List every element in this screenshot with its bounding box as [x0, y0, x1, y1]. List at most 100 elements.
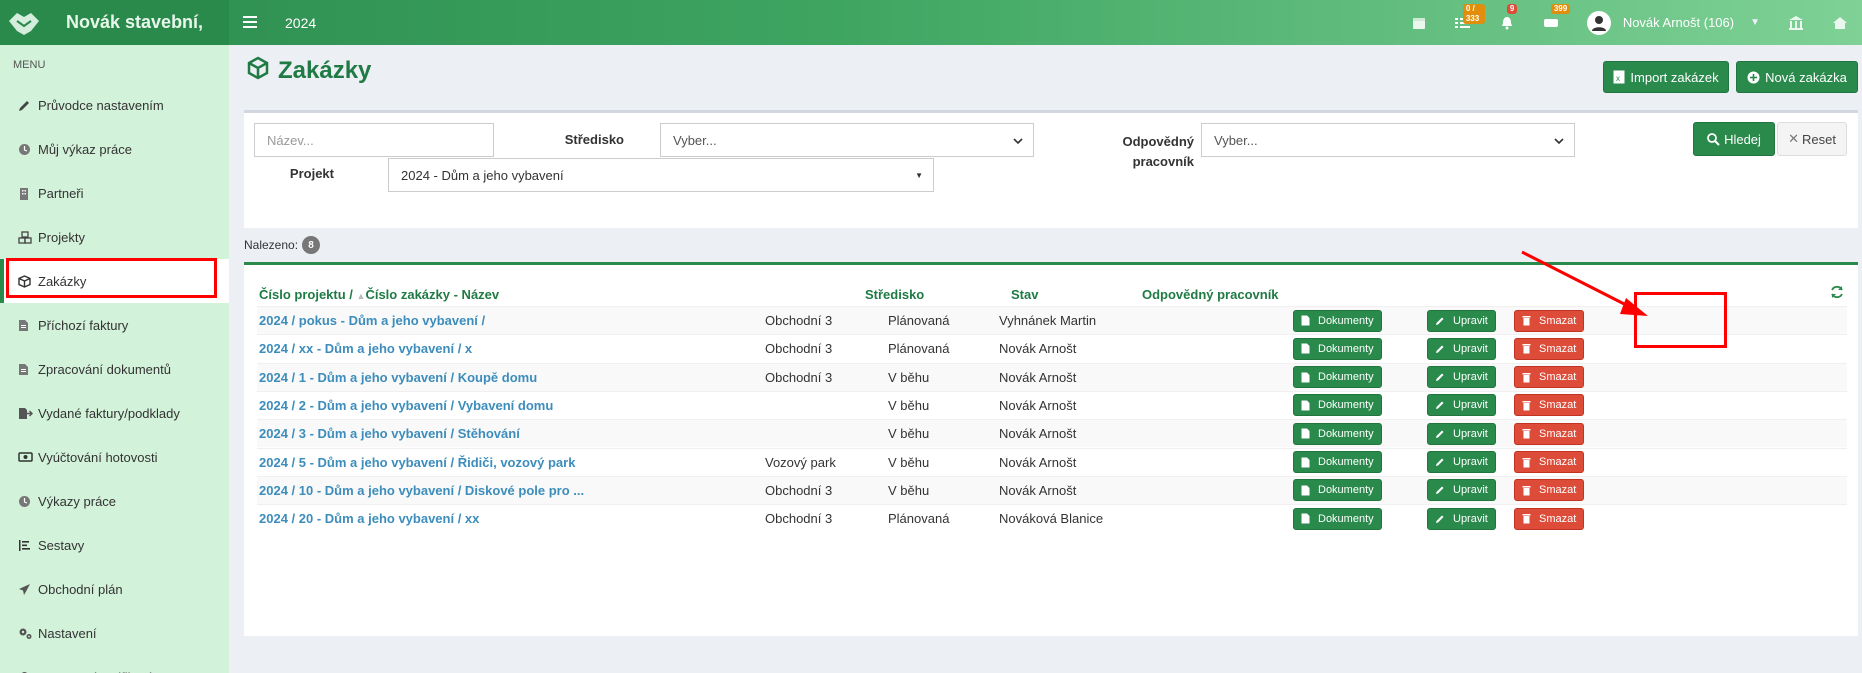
delete-button[interactable]: Smazat	[1514, 479, 1585, 502]
sidebar-item-3[interactable]: Projekty	[0, 215, 229, 259]
pracovnik-cell: Vyhnánek Martin	[999, 313, 1097, 328]
edit-button[interactable]: Upravit	[1427, 309, 1496, 332]
table-row: 2024 / 5 - Dům a jeho vybavení / Řidiči,…	[257, 447, 1847, 476]
col-header-order: Číslo zakázky - Název	[365, 287, 500, 302]
clock-icon	[18, 495, 38, 508]
sidebar-item-5[interactable]: Příchozí faktury	[0, 303, 229, 347]
document-icon	[1301, 372, 1314, 383]
trash-icon	[1522, 372, 1535, 383]
order-link[interactable]: 2024 / 10 - Dům a jeho vybavení / Diskov…	[259, 483, 584, 498]
documents-button[interactable]: Dokumenty	[1293, 366, 1382, 389]
user-name: Novák Arnošt (106)	[1622, 15, 1735, 30]
edit-button[interactable]: Upravit	[1427, 337, 1496, 360]
stav-cell: Plánovaná	[888, 341, 950, 357]
delete-button[interactable]: Smazat	[1514, 337, 1585, 360]
documents-button[interactable]: Dokumenty	[1293, 451, 1382, 473]
sidebar-item-label: Obchodní plán	[38, 581, 123, 597]
edit-button-label: Upravit	[1453, 342, 1488, 355]
stredisko-cell: Vozový park	[765, 454, 836, 470]
home-icon[interactable]	[1818, 0, 1862, 45]
documents-button[interactable]: Dokumenty	[1293, 309, 1382, 332]
col-header-stredisko[interactable]: Středisko	[865, 287, 924, 302]
documents-button[interactable]: Dokumenty	[1293, 394, 1382, 417]
filter-panel: Název... Středisko Vyber... Odpovědný pr…	[244, 110, 1858, 228]
documents-button-label: Dokumenty	[1318, 399, 1374, 412]
sidebar-item-1[interactable]: Můj výkaz práce	[0, 127, 229, 171]
pracovnik-select[interactable]: Vyber...	[1201, 123, 1575, 157]
documents-button[interactable]: Dokumenty	[1293, 479, 1382, 502]
order-link[interactable]: 2024 / 3 - Dům a jeho vybavení / Stěhová…	[259, 426, 520, 441]
delete-button[interactable]: Smazat	[1514, 507, 1585, 530]
search-label: Hledej	[1724, 131, 1761, 147]
sidebar-item-6[interactable]: Zpracování dokumentů	[0, 347, 229, 391]
delete-button[interactable]: Smazat	[1514, 422, 1585, 445]
bank-icon[interactable]	[1774, 0, 1818, 45]
delete-button[interactable]: Smazat	[1514, 394, 1585, 417]
messages-badge: 399	[1550, 4, 1571, 14]
table-row: 2024 / 3 - Dům a jeho vybavení / Stěhová…	[257, 419, 1847, 448]
edit-button[interactable]: Upravit	[1427, 422, 1496, 445]
col-header-pracovnik[interactable]: Odpovědný pracovník	[1142, 287, 1279, 302]
new-order-button[interactable]: Nová zakázka	[1736, 61, 1858, 93]
document-icon	[18, 319, 38, 332]
calendar-icon[interactable]	[1397, 0, 1441, 45]
documents-button-label: Dokumenty	[1318, 314, 1374, 327]
bell-icon[interactable]: 9	[1485, 0, 1529, 45]
chevron-down-icon: ▼	[1750, 17, 1760, 28]
col-header-stav[interactable]: Stav	[1011, 287, 1038, 302]
order-link[interactable]: 2024 / pokus - Dům a jeho vybavení /	[259, 313, 485, 328]
edit-button[interactable]: Upravit	[1427, 366, 1496, 389]
edit-button[interactable]: Upravit	[1427, 451, 1496, 473]
notifications-badge: 9	[1506, 4, 1518, 14]
stav-cell: V běhu	[888, 426, 930, 442]
sidebar-item-0[interactable]: Průvodce nastavením	[0, 83, 229, 127]
stav-cell: V běhu	[888, 482, 930, 498]
brand[interactable]: Novák stavební,	[0, 0, 229, 45]
documents-button-label: Dokumenty	[1318, 427, 1374, 440]
year-selector[interactable]: 2024	[285, 15, 316, 31]
order-link[interactable]: 2024 / 20 - Dům a jeho vybavení / xx	[259, 511, 479, 526]
menu-toggle-icon[interactable]	[243, 12, 265, 33]
stredisko-select[interactable]: Vyber...	[660, 123, 1034, 157]
edit-button-label: Upravit	[1453, 427, 1488, 440]
delete-button[interactable]: Smazat	[1514, 451, 1585, 473]
projekt-select[interactable]: 2024 - Dům a jeho vybavení ▼	[388, 158, 934, 192]
delete-button[interactable]: Smazat	[1514, 366, 1585, 389]
search-button[interactable]: Hledej	[1693, 122, 1775, 156]
pencil-icon	[1435, 429, 1449, 439]
delete-button[interactable]: Smazat	[1514, 309, 1585, 332]
sidebar-item-8[interactable]: Vyúčtování hotovosti	[0, 435, 229, 479]
edit-button[interactable]: Upravit	[1427, 479, 1496, 502]
order-link[interactable]: 2024 / 1 - Dům a jeho vybavení / Koupě d…	[259, 370, 537, 385]
sidebar-item-11[interactable]: Obchodní plán	[0, 567, 229, 611]
order-link[interactable]: 2024 / xx - Dům a jeho vybavení / x	[259, 341, 472, 356]
top-navbar: Novák stavební, 2024 0 / 333 9 399 Novák…	[0, 0, 1862, 45]
sidebar-item-10[interactable]: Sestavy	[0, 523, 229, 567]
documents-button[interactable]: Dokumenty	[1293, 507, 1382, 530]
reset-button[interactable]: ✕ Reset	[1777, 122, 1847, 156]
stredisko-cell: Obchodní 3	[765, 341, 833, 357]
order-link[interactable]: 2024 / 2 - Dům a jeho vybavení / Vybaven…	[259, 398, 553, 413]
tasks-icon[interactable]: 0 / 333	[1441, 0, 1485, 45]
user-menu[interactable]: Novák Arnošt (106) ▼	[1586, 10, 1760, 35]
sidebar-item-12[interactable]: Nastavení	[0, 611, 229, 655]
sidebar-item-label: Sestavy	[38, 537, 85, 553]
edit-button[interactable]: Upravit	[1427, 507, 1496, 530]
name-search-input[interactable]: Název...	[254, 123, 494, 157]
sidebar-item-13[interactable]: Nastavení notifikací	[0, 655, 229, 673]
messages-icon[interactable]: 399	[1529, 0, 1573, 45]
edit-button[interactable]: Upravit	[1427, 394, 1496, 417]
sidebar-item-7[interactable]: Vydané faktury/podklady	[0, 391, 229, 435]
order-link[interactable]: 2024 / 5 - Dům a jeho vybavení / Řidiči,…	[259, 455, 575, 470]
sidebar-item-2[interactable]: Partneři	[0, 171, 229, 215]
documents-button[interactable]: Dokumenty	[1293, 422, 1382, 445]
pracovnik-cell: Novák Arnošt	[999, 341, 1077, 357]
documents-button[interactable]: Dokumenty	[1293, 337, 1382, 360]
col-header-number[interactable]: Číslo projektu / ▲Číslo zakázky - Název	[259, 287, 499, 302]
stredisko-cell: Obchodní 3	[765, 511, 833, 527]
refresh-icon[interactable]	[1830, 285, 1844, 304]
page-title: Zakázky	[278, 56, 372, 84]
sidebar-item-label: Můj výkaz práce	[38, 141, 132, 157]
sidebar-item-9[interactable]: Výkazy práce	[0, 479, 229, 523]
import-button[interactable]: x Import zakázek	[1603, 61, 1729, 93]
